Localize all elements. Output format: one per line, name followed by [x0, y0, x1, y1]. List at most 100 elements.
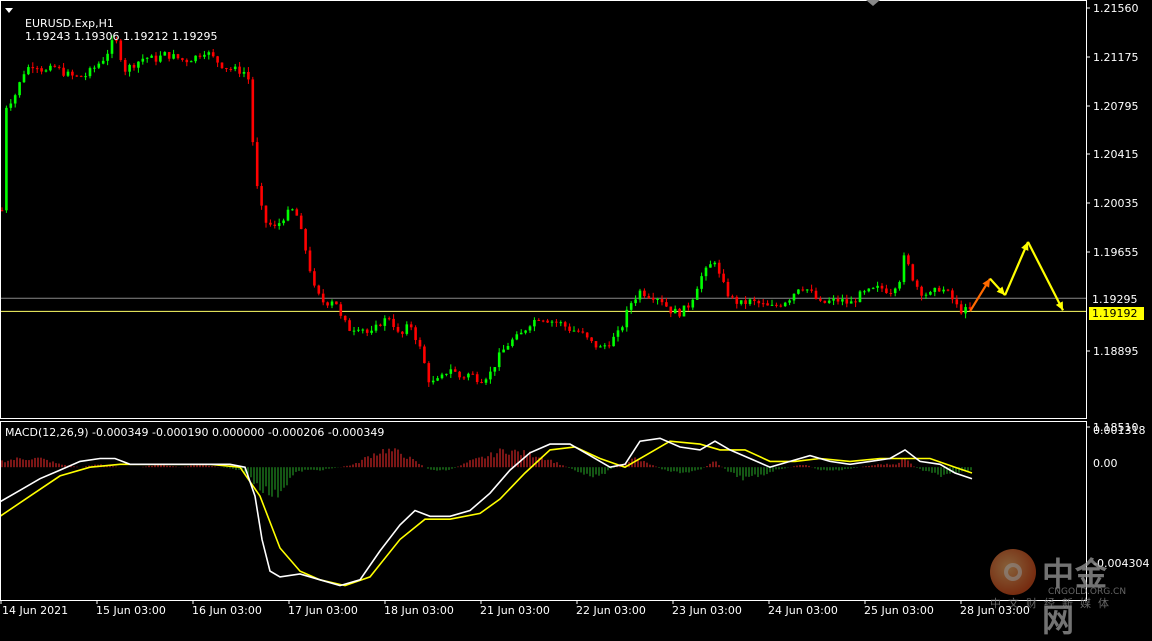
bear-candle — [75, 75, 79, 77]
bear-candle — [726, 281, 730, 297]
bear-candle — [735, 296, 739, 304]
bull-candle — [634, 299, 637, 304]
bull-candle — [493, 367, 497, 372]
price-tick: 1.20795 — [1093, 100, 1139, 113]
bull-candle — [497, 352, 501, 368]
bear-candle — [568, 326, 571, 331]
bear-candle — [335, 301, 338, 305]
bull-candle — [172, 54, 175, 59]
macd-panel[interactable] — [0, 437, 973, 587]
bull-candle — [876, 285, 879, 288]
bull-candle — [484, 379, 488, 383]
price-panel[interactable] — [0, 35, 1086, 387]
bull-candle — [370, 330, 373, 333]
macd-main-line — [0, 437, 973, 587]
bear-candle — [348, 320, 351, 331]
bear-candle — [238, 66, 241, 74]
bear-candle — [801, 289, 805, 291]
bear-candle — [541, 320, 545, 322]
price-tick: 1.19655 — [1093, 246, 1139, 259]
bear-candle — [744, 300, 747, 304]
bull-candle — [841, 299, 844, 302]
bear-candle — [766, 303, 769, 306]
bear-candle — [123, 59, 127, 72]
bull-candle — [511, 339, 514, 346]
bear-candle — [339, 304, 343, 316]
time-tick: 14 Jun 2021 — [2, 604, 69, 617]
bull-candle — [84, 76, 87, 78]
bear-candle — [132, 64, 136, 68]
bear-candle — [775, 304, 778, 306]
bull-candle — [489, 371, 492, 380]
bear-candle — [757, 301, 761, 304]
bear-candle — [951, 290, 954, 300]
bull-candle — [621, 327, 624, 331]
bear-candle — [185, 59, 189, 63]
bear-candle — [247, 71, 250, 80]
macd-tick: 0.001318 — [1093, 424, 1146, 437]
bear-candle — [154, 55, 158, 62]
bear-candle — [717, 262, 721, 274]
bull-candle — [783, 302, 787, 307]
bull-candle — [207, 52, 211, 55]
bull-candle — [695, 288, 699, 300]
bear-candle — [753, 299, 756, 302]
bear-candle — [260, 186, 263, 206]
bull-candle — [942, 289, 945, 292]
bear-candle — [722, 273, 725, 282]
projection-segment — [1027, 241, 1064, 311]
bull-candle — [189, 61, 193, 63]
price-tick: 1.18895 — [1093, 345, 1139, 358]
chart-frame — [0, 0, 1090, 604]
time-tick: 22 Jun 03:00 — [576, 604, 646, 617]
bear-candle — [321, 293, 325, 303]
time-tick: 21 Jun 03:00 — [480, 604, 550, 617]
bear-candle — [660, 298, 664, 303]
bear-candle — [471, 373, 475, 375]
bear-candle — [563, 322, 567, 327]
bear-candle — [71, 71, 74, 76]
bear-candle — [392, 318, 395, 328]
logo-symbol — [1004, 563, 1022, 581]
bull-candle — [506, 345, 510, 350]
bear-candle — [79, 75, 83, 77]
bid-price-tag: 1.19295 — [1089, 293, 1144, 306]
bull-candle — [933, 287, 937, 292]
bull-candle — [739, 300, 743, 304]
bear-candle — [458, 371, 461, 378]
bull-candle — [93, 67, 96, 69]
bull-candle — [88, 68, 92, 77]
bear-candle — [167, 52, 171, 59]
bull-candle — [599, 346, 602, 348]
bull-candle — [159, 55, 162, 62]
bear-candle — [907, 255, 910, 265]
price-tick: 1.21560 — [1093, 2, 1139, 15]
bear-candle — [35, 68, 39, 70]
bull-candle — [18, 82, 21, 96]
bull-candle — [27, 67, 30, 75]
bull-candle — [704, 267, 708, 277]
bear-candle — [678, 308, 681, 317]
bear-candle — [537, 319, 541, 321]
bear-candle — [53, 65, 57, 67]
watermark-slogan: 中文财经新媒体 — [990, 597, 1116, 610]
bull-candle — [709, 264, 712, 268]
bull-candle — [137, 61, 140, 68]
ohlc-values: 1.19243 1.19306 1.19212 1.19295 — [25, 30, 218, 43]
bear-candle — [396, 327, 400, 332]
bear-candle — [40, 68, 43, 72]
bull-candle — [22, 74, 26, 83]
bear-candle — [669, 306, 673, 314]
bear-candle — [581, 331, 585, 333]
bear-candle — [915, 280, 919, 287]
time-tick: 24 Jun 03:00 — [768, 604, 838, 617]
bull-candle — [97, 63, 101, 68]
bull-candle — [374, 324, 378, 331]
bear-candle — [946, 289, 950, 291]
bear-candle — [590, 337, 593, 342]
time-tick: 17 Jun 03:00 — [288, 604, 358, 617]
bear-candle — [779, 305, 783, 307]
symbol-dropdown-icon[interactable] — [5, 8, 13, 13]
bear-candle — [427, 363, 431, 383]
bear-candle — [920, 286, 923, 296]
